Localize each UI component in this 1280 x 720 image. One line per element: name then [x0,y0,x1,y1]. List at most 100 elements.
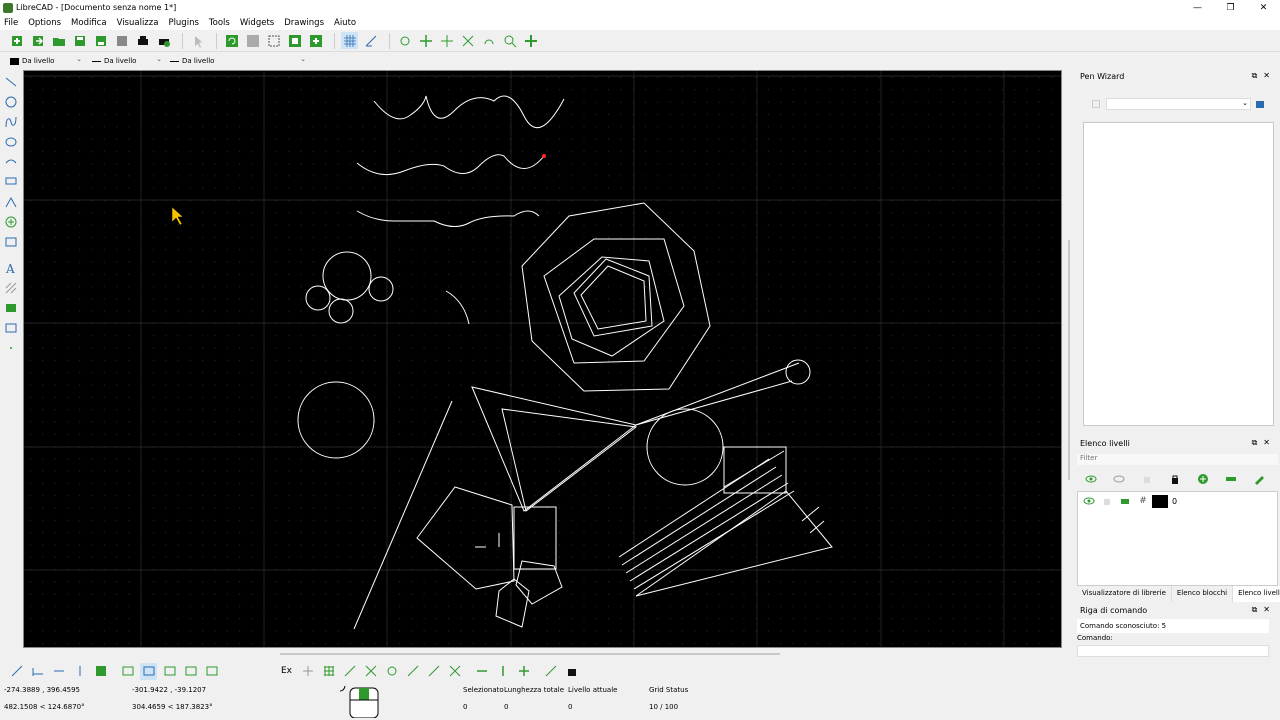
menu-aiuto[interactable]: Aiuto [334,18,356,28]
snap-distance-icon[interactable] [425,663,442,680]
snap-intersection-icon[interactable] [446,663,463,680]
zoom-previous-icon[interactable] [480,32,497,49]
image-tool-icon[interactable] [0,298,22,318]
hatch-tool-icon[interactable] [0,278,22,298]
tab-block-list[interactable]: Elenco blocchi [1172,586,1234,602]
undo-icon[interactable] [223,32,240,49]
snap-entity-icon[interactable] [362,663,379,680]
drawing-canvas[interactable] [23,70,1062,648]
menu-drawings[interactable]: Drawings [284,18,324,28]
save-icon[interactable] [71,32,88,49]
menu-modifica[interactable]: Modifica [71,18,107,28]
view-5-icon[interactable] [203,663,220,680]
scroll-thumb[interactable] [280,653,780,655]
width-combo[interactable]: Da livello ⌄ [90,55,164,67]
close-icon[interactable]: ✕ [1247,0,1280,15]
snap-free-icon[interactable] [299,663,316,680]
grid-icon[interactable] [341,32,358,49]
dimension-vertical-icon[interactable] [71,663,88,680]
print-icon[interactable] [134,32,151,49]
tab-layer-list[interactable]: Elenco livelli [1233,586,1280,602]
view-4-icon[interactable] [182,663,199,680]
view-2-icon[interactable] [140,662,157,680]
edit-layer-icon[interactable] [1245,473,1273,485]
menu-plugins[interactable]: Plugins [168,18,198,28]
select-tool-icon[interactable] [0,172,22,192]
menu-visualizza[interactable]: Visualizza [117,18,159,28]
layer-filter-input[interactable]: Filter [1077,454,1278,465]
menu-tools[interactable]: Tools [209,18,230,28]
zoom-out-icon[interactable] [438,32,455,49]
block-tool-icon[interactable] [0,318,22,338]
pen-wizard-combo[interactable]: ⌄ [1106,98,1251,110]
scroll-thumb[interactable] [1068,240,1070,480]
new-file-icon[interactable] [8,32,25,49]
layer-row[interactable]: # 0 [1080,494,1276,508]
panel-controls[interactable]: ⧉✕ [1252,605,1276,615]
text-tool-icon[interactable]: A [0,258,22,278]
palette-icon[interactable] [1256,101,1264,108]
show-all-layers-icon[interactable] [1077,474,1105,484]
ellipse-tool-icon[interactable] [0,132,22,152]
snap-endpoint-icon[interactable] [341,663,358,680]
remove-layer-icon[interactable] [1217,473,1245,485]
snap-middle-icon[interactable] [404,663,421,680]
close-file-icon[interactable] [113,32,130,49]
print-preview-icon[interactable] [155,32,172,49]
layer-construction-icon[interactable]: # [1134,496,1152,506]
menu-widgets[interactable]: Widgets [240,18,274,28]
lock-relative-zero-icon[interactable] [563,663,580,680]
view-1-icon[interactable] [119,663,136,680]
curve-tool-icon[interactable] [0,112,22,132]
tab-library-browser[interactable]: Visualizzatore di librerie [1077,586,1172,602]
drawing-svg[interactable] [24,71,1062,648]
layer-visible-icon[interactable] [1080,496,1098,506]
restrict-orthogonal-icon[interactable] [515,663,532,680]
draft-mode-icon[interactable] [362,32,379,49]
relative-zero-icon[interactable] [542,663,559,680]
copy-icon[interactable] [286,32,303,49]
restrict-horizontal-icon[interactable] [473,663,490,680]
add-layer-icon[interactable] [1189,473,1217,485]
zoom-pan-icon[interactable] [522,32,539,49]
exclusive-snap-button[interactable]: Ex [278,663,295,680]
cut-icon[interactable] [265,32,282,49]
dimension-tool-icon[interactable] [0,192,22,212]
redraw-icon[interactable] [396,32,413,49]
panel-controls[interactable]: ⧉✕ [1252,438,1276,448]
view-3-icon[interactable] [161,663,178,680]
polyline-tool-icon[interactable] [0,152,22,172]
zoom-in-icon[interactable] [417,32,434,49]
point-tool-icon[interactable] [0,338,22,358]
layer-lock-icon[interactable] [1098,496,1116,506]
linetype-combo[interactable]: Da livello ⌄ [168,55,308,67]
restrict-vertical-icon[interactable] [494,663,511,680]
line-tool-icon[interactable] [0,72,22,92]
dimension-linear-icon[interactable] [29,663,46,680]
color-combo[interactable]: Da livello ⌄ [8,55,84,67]
pen-wizard-add-icon[interactable] [1092,100,1100,108]
minimize-icon[interactable]: — [1181,0,1214,15]
dimension-horizontal-icon[interactable] [50,663,67,680]
menu-file[interactable]: File [4,18,18,28]
layer-print-icon[interactable] [1116,496,1134,506]
redo-icon[interactable] [244,32,261,49]
select-pointer-icon[interactable] [189,32,206,49]
hide-all-layers-icon[interactable] [1105,474,1133,484]
menu-options[interactable]: Options [28,18,61,28]
zoom-auto-icon[interactable] [459,32,476,49]
canvas-vertical-scrollbar[interactable] [1065,70,1074,648]
info-tool-icon[interactable] [0,232,22,252]
new-template-icon[interactable] [29,32,46,49]
circle-tool-icon[interactable] [0,92,22,112]
maximize-icon[interactable]: ❐ [1214,0,1247,15]
save-as-icon[interactable] [92,32,109,49]
zoom-window-icon[interactable] [501,32,518,49]
snap-grid-icon[interactable] [320,663,337,680]
paste-icon[interactable] [307,32,324,49]
unlock-all-layers-icon[interactable] [1133,474,1161,484]
dimension-radial-icon[interactable] [92,663,109,680]
dimension-aligned-icon[interactable] [8,663,25,680]
panel-controls[interactable]: ⧉✕ [1252,71,1276,81]
lock-all-layers-icon[interactable] [1161,474,1189,484]
